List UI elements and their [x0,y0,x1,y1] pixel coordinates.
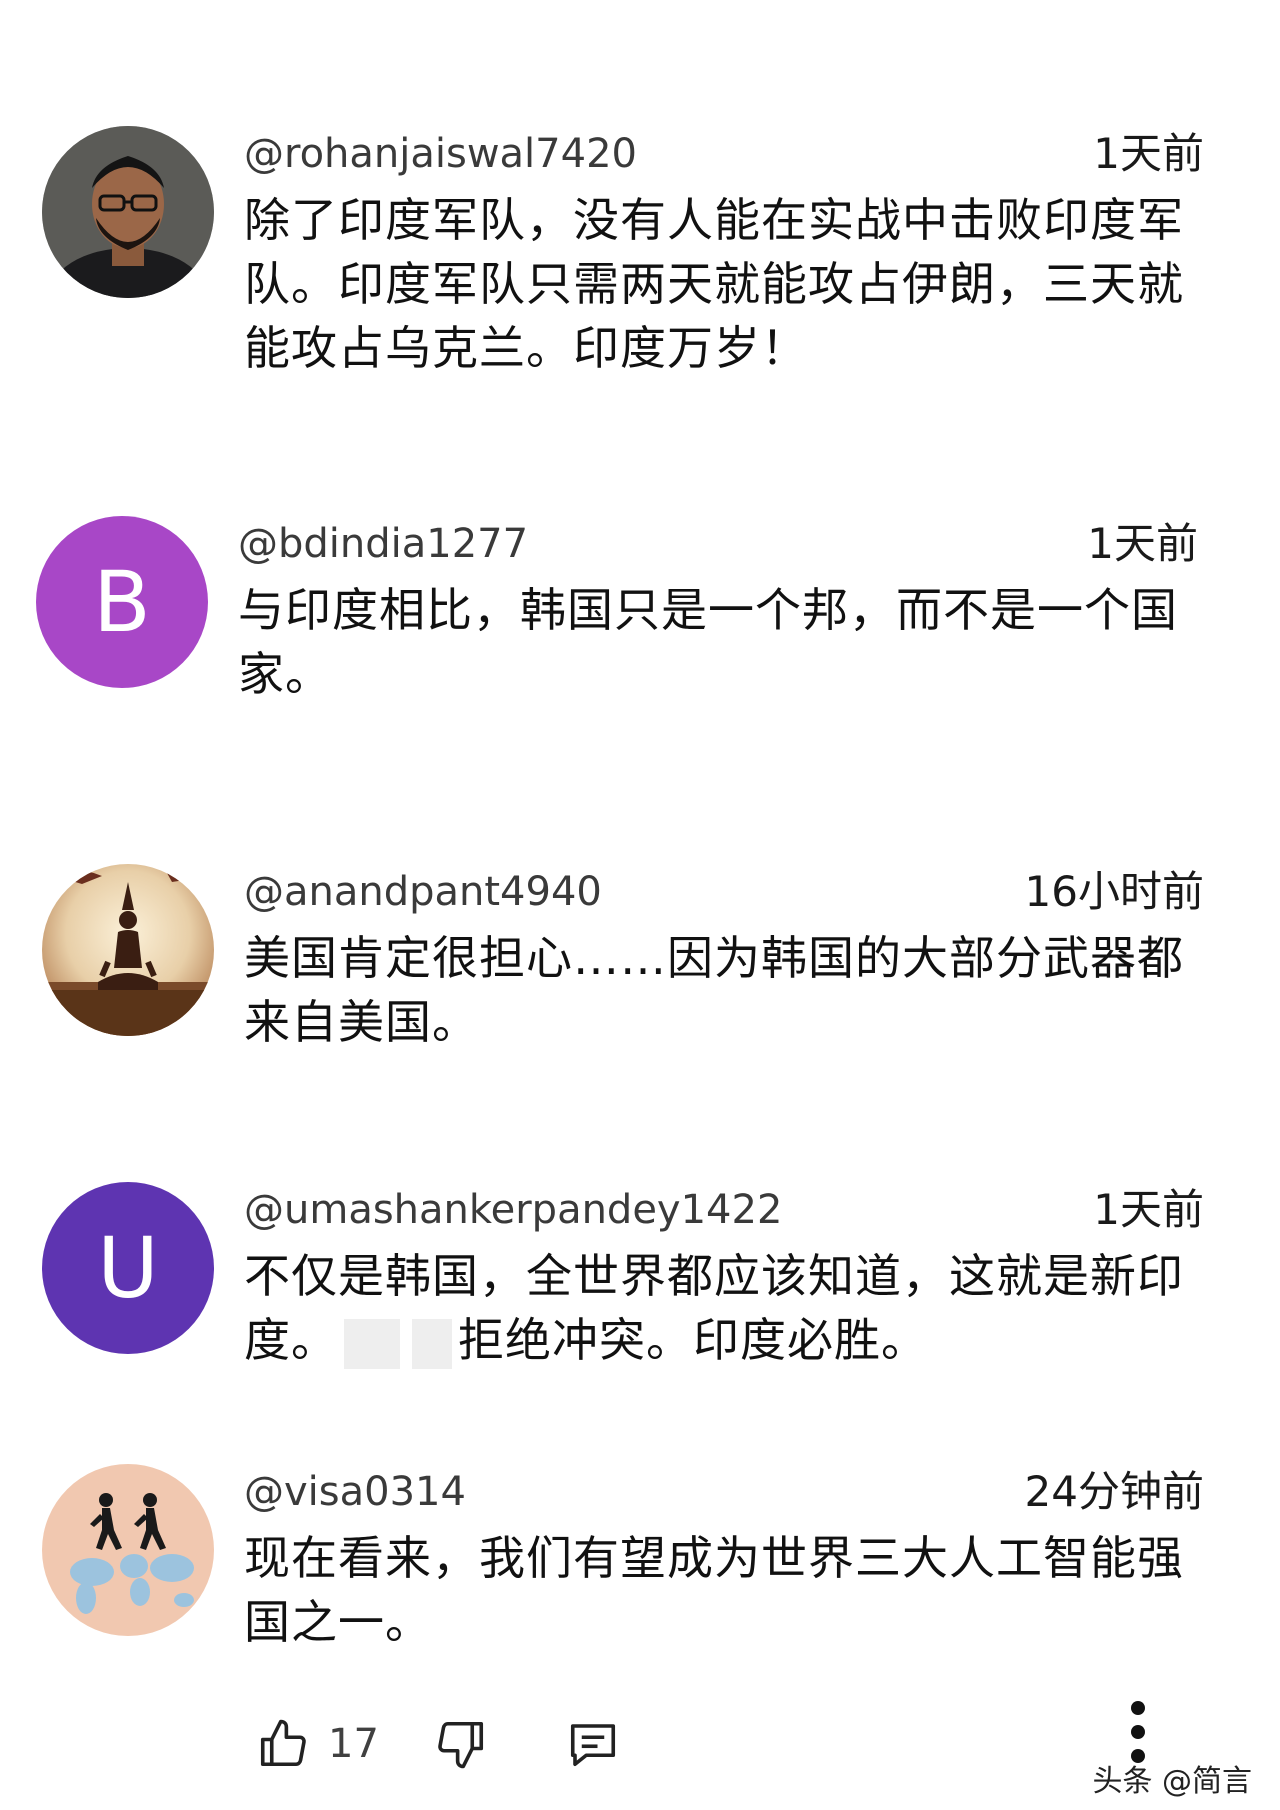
obscured-region [412,1318,452,1369]
comment-body: @visa0314 24分钟前 现在看来，我们有望成为世界三大人工智能强国之一。 [244,1464,1204,1654]
yoga-silhouette-icon [42,864,214,1036]
comment-time: 1天前 [1093,129,1204,178]
thumbs-up-icon [260,1719,306,1767]
thumbs-down-icon [438,1721,484,1769]
comment-text: 与印度相比，韩国只是一个邦，而不是一个国家。 [238,583,1178,701]
obscured-region [344,1318,400,1369]
comment-body: @bdindia1277 1天前 与印度相比，韩国只是一个邦，而不是一个国家。 [238,516,1198,706]
avatar[interactable] [42,864,214,1036]
comment-username[interactable]: @rohanjaiswal7420 [244,126,637,182]
avatar[interactable]: U [42,1182,214,1354]
avatar[interactable]: B [36,516,208,688]
comment-username[interactable]: @anandpant4940 [244,864,602,920]
like-count: 17 [328,1721,379,1767]
avatar-letter: B [36,516,208,688]
comment-action-bar: 17 [256,1701,1216,1780]
comment-text: 除了印度军队，没有人能在实战中击败印度军队。印度军队只需两天就能攻占伊朗，三天就… [244,193,1184,375]
comment-username[interactable]: @umashankerpandey1422 [244,1182,782,1238]
comment-body: @anandpant4940 16小时前 美国肯定很担心……因为韩国的大部分武器… [244,864,1204,1054]
comment-body: @rohanjaiswal7420 1天前 除了印度军队，没有人能在实战中击败印… [244,126,1204,380]
comment-text-part: 拒绝冲突。印度必胜。 [458,1313,928,1367]
comment-time: 1天前 [1093,1185,1204,1234]
comment-text: 美国肯定很担心……因为韩国的大部分武器都来自美国。 [244,931,1184,1049]
avatar[interactable] [42,1464,214,1636]
avatar[interactable] [42,126,214,298]
watermark: 头条 @简言 [1092,1764,1252,1799]
comment-time: 16小时前 [1024,867,1204,916]
comment-text: 现在看来，我们有望成为世界三大人工智能强国之一。 [244,1531,1184,1649]
comment-time: 1天前 [1087,519,1198,568]
comment-text: 不仅是韩国，全世界都应该知道，这就是新印度。 拒绝冲突。印度必胜。 [244,1244,1204,1372]
comment-username[interactable]: @bdindia1277 [238,516,528,572]
comment-username[interactable]: @visa0314 [244,1464,466,1520]
avatar-letter: U [42,1182,214,1354]
comment-body: @umashankerpandey1422 1天前 不仅是韩国，全世界都应该知道… [244,1182,1204,1372]
comment-time: 24分钟前 [1024,1467,1204,1516]
photo-man-glasses-icon [42,126,214,298]
reply-button[interactable] [566,1708,620,1780]
like-button[interactable]: 17 [256,1708,379,1780]
dislike-button[interactable] [434,1708,488,1780]
comment-bubble-icon [570,1724,616,1767]
world-map-walkers-icon [42,1464,214,1636]
